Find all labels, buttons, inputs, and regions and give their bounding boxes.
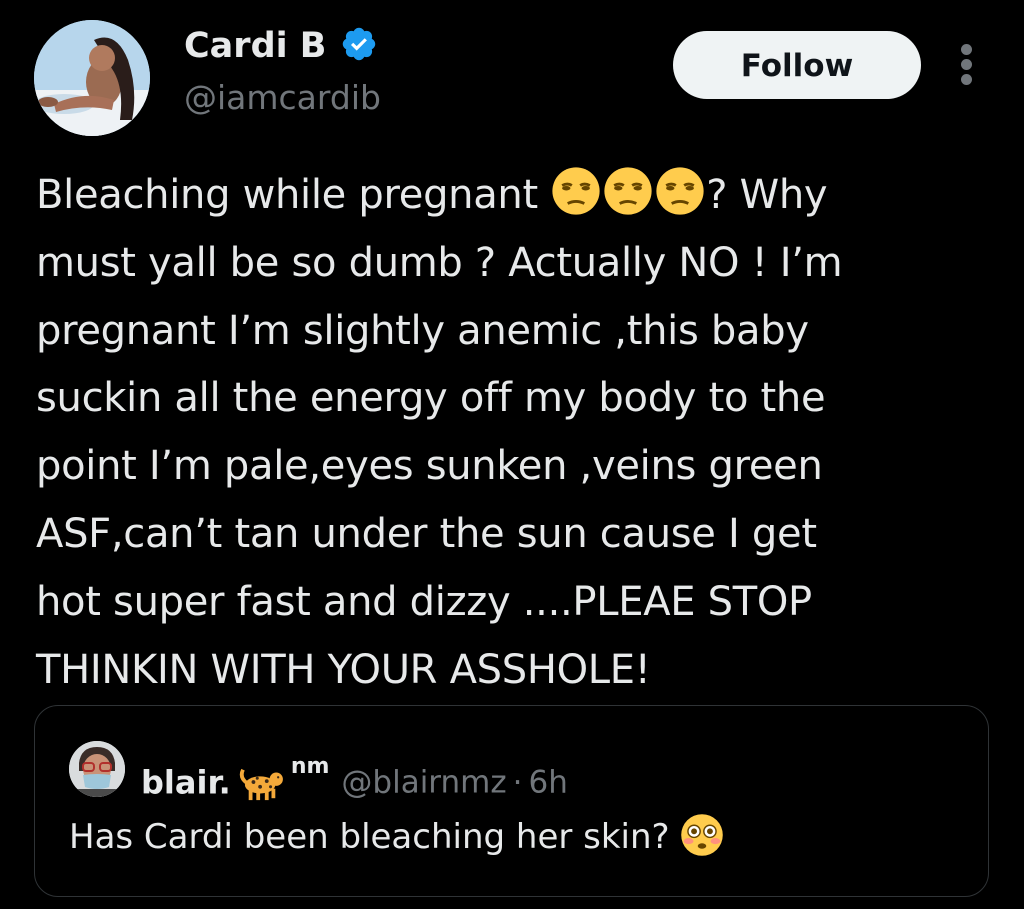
more-vertical-icon [961,74,972,85]
quoted-author-name-suffix: nm [290,754,330,779]
leopard-emoji-icon [239,768,283,800]
tweet-text-line: pregnant I’m slightly anemic ,this baby [36,307,809,354]
tweet-text-line: point I’m pale,eyes sunken ,veins green [36,443,823,490]
more-options-button[interactable] [950,40,984,90]
tweet-author: Cardi B @iamcardib [184,22,381,120]
tweet-text: Bleaching while pregnant ? Why must yall… [36,162,996,704]
tweet-text-line: ASF,can’t tan under the sun cause I get [36,510,817,557]
unamused-face-emoji-icon [656,167,704,215]
more-vertical-icon [961,44,972,55]
more-vertical-icon [961,59,972,70]
quoted-author-display-name[interactable]: blair. [141,764,231,802]
author-display-name[interactable]: Cardi B [184,22,326,70]
tweet-text-line: Bleaching while pregnant ? Why [36,162,996,230]
avatar-photo-icon [34,20,150,136]
unamused-face-emoji-icon [604,167,652,215]
quoted-tweet-header: blair. nm @blairnmz · 6h [141,742,568,808]
quoted-tweet-card[interactable]: blair. nm @blairnmz · 6h Has Cardi been blea… [34,705,989,897]
verified-badge-icon [342,27,375,61]
avatar-photo-icon [69,741,125,797]
meta-separator: · [512,764,523,801]
quoted-author-handle[interactable]: @blairnmz [341,765,506,801]
author-handle[interactable]: @iamcardib [184,76,381,120]
quoted-tweet-text-segment: Has Cardi been bleaching her skin? [69,817,670,857]
quoted-tweet-text: Has Cardi been bleaching her skin? [69,812,725,862]
unamused-face-emoji-icon [552,167,600,215]
flushed-face-emoji-icon [680,814,723,856]
quoted-author-avatar[interactable] [69,741,125,797]
tweet-text-line: THINKIN WITH YOUR ASSHOLE! [36,646,651,693]
tweet-text-segment: ? Why [706,172,828,218]
quoted-tweet-timestamp[interactable]: 6h [528,765,567,801]
tweet-text-line: hot super fast and dizzy ....PLEAE STOP [36,578,812,625]
tweet-text-segment: Bleaching while pregnant [36,172,551,218]
follow-button[interactable]: Follow [673,31,921,99]
tweet-text-line: must yall be so dumb ? Actually NO ! I’m [36,239,843,286]
author-avatar[interactable] [34,20,150,136]
tweet-text-line: suckin all the energy off my body to the [36,375,826,422]
